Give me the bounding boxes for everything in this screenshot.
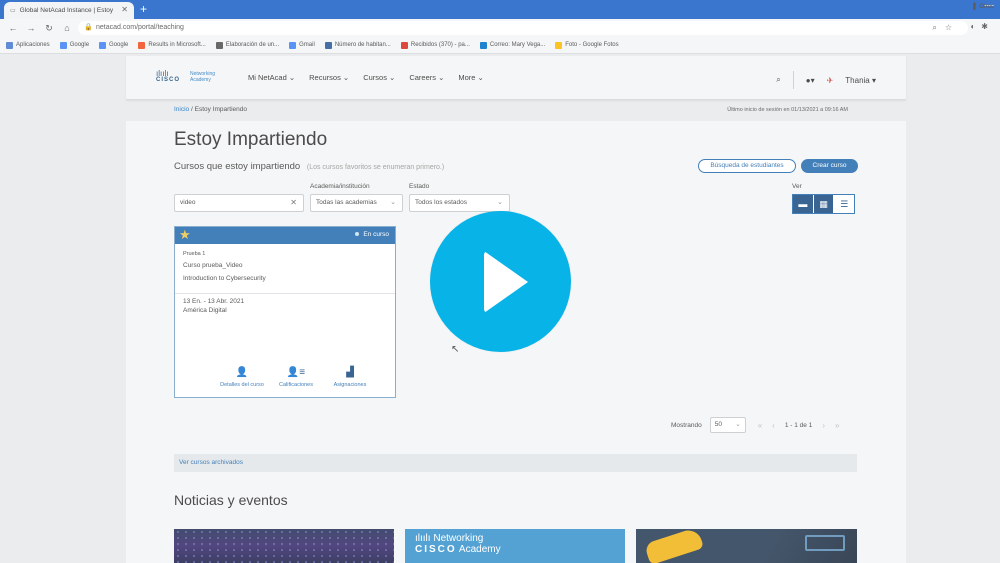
- mouse-cursor-icon: ↖: [451, 344, 460, 355]
- play-button[interactable]: [430, 211, 571, 352]
- play-icon: [484, 251, 528, 313]
